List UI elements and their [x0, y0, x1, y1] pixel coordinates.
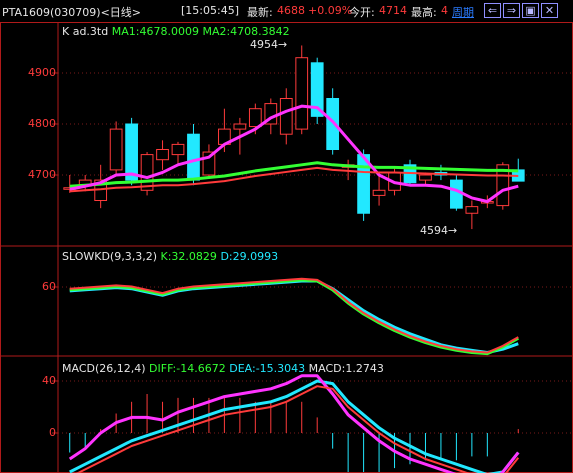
- macd-panel: [68, 374, 520, 473]
- kd-k-label: K:32.0829: [160, 250, 217, 263]
- candle-body: [248, 108, 262, 128]
- macd-title: MACD(26,12,4): [62, 362, 146, 375]
- macd-legend: MACD(26,12,4) DIFF:-14.6672 DEA:-15.3043…: [62, 362, 384, 375]
- macd-diff-label: DIFF:-14.6672: [149, 362, 226, 375]
- candle-body: [279, 98, 293, 135]
- candle-body: [465, 206, 479, 214]
- macd-y-tick-0: 0: [49, 426, 56, 439]
- chart-canvas[interactable]: [0, 0, 573, 473]
- kline-title: K ad.3td: [62, 25, 109, 38]
- macd-dea-label: DEA:-15.3043: [229, 362, 306, 375]
- macd-dea-line: [69, 379, 520, 473]
- candle-body: [187, 133, 200, 181]
- macd-value-label: MACD:1.2743: [308, 362, 384, 375]
- candle-body: [156, 149, 169, 161]
- candle-body: [419, 174, 432, 181]
- candle-body: [125, 123, 138, 181]
- macd-y-tick-40: 40: [42, 374, 56, 387]
- kd-title: SLOWKD(9,3,3,2): [62, 250, 158, 263]
- kd-d-label: D:29.0993: [220, 250, 279, 263]
- kline-legend: K ad.3td MA1:4678.0009 MA2:4708.3842: [62, 25, 290, 38]
- candle-body: [295, 57, 309, 130]
- ma1-label: MA1:4678.0009: [111, 25, 199, 38]
- y-tick-4900: 4900: [28, 66, 56, 79]
- candle-body: [372, 189, 386, 196]
- kd-legend: SLOWKD(9,3,3,2) K:32.0829 D:29.0993: [62, 250, 278, 263]
- macd-signal-line: [75, 385, 520, 473]
- candle-body: [171, 143, 185, 156]
- kd-panel: [69, 277, 520, 356]
- candle-body: [450, 179, 463, 209]
- low-annotation: 4594→: [420, 224, 458, 237]
- ma2-label: MA2:4708.3842: [202, 25, 290, 38]
- kd-d-line: [69, 279, 519, 354]
- kd-y-tick-60: 60: [42, 280, 56, 293]
- high-annotation: 4954→: [250, 38, 288, 51]
- y-tick-4700: 4700: [28, 168, 56, 181]
- candle-body: [109, 128, 123, 171]
- macd-diff-line: [68, 374, 520, 473]
- candle-body: [233, 123, 247, 130]
- candle-body: [140, 154, 154, 191]
- y-tick-4800: 4800: [28, 117, 56, 130]
